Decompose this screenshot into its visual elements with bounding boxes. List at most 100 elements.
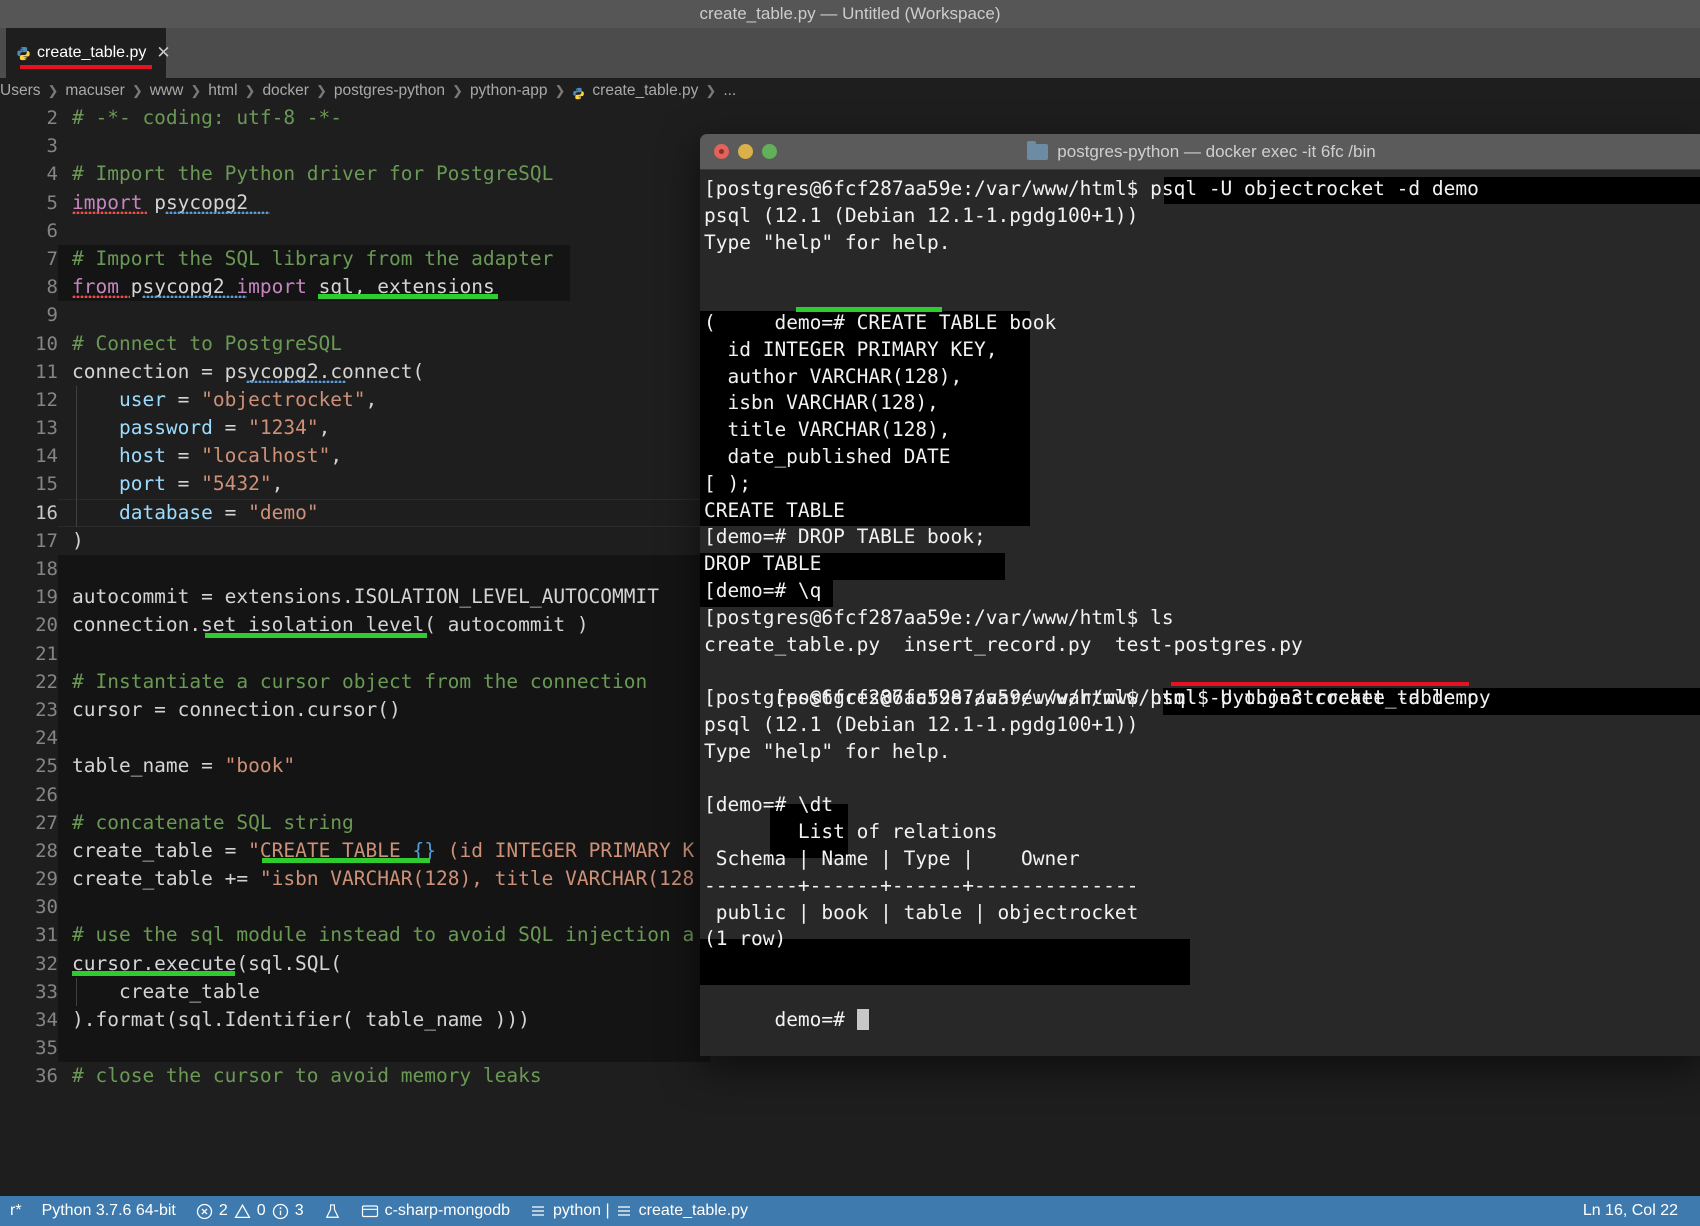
line-number: 21 [35, 642, 58, 665]
line-number: 7 [46, 247, 58, 270]
line-number: 22 [35, 670, 58, 693]
env-indicator[interactable]: python | create_table.py [520, 1202, 758, 1220]
remote-indicator[interactable]: r* [0, 1202, 32, 1220]
terminal-line: Type "help" for help. [704, 230, 1700, 257]
green-underline-annotation [318, 294, 498, 300]
breadcrumb-item-4[interactable]: docker [262, 82, 309, 100]
terminal-line-text: ( [704, 310, 716, 334]
line-number: 8 [46, 276, 58, 299]
line-text: # Instantiate a cursor object from the c… [72, 669, 648, 693]
terminal-line: [demo=# DROP TABLE book; [704, 524, 1700, 551]
line-number: 3 [46, 135, 58, 158]
terminal-prompt-text: demo=# [774, 1007, 857, 1031]
line-text: # Import the Python driver for PostgreSQ… [72, 162, 554, 186]
line-number: 36 [35, 1065, 58, 1088]
editor-tab-label: create_table.py [37, 44, 147, 61]
line-number: 5 [46, 191, 58, 214]
close-icon[interactable]: ✕ [156, 43, 170, 63]
chevron-right-icon: ❯ [190, 83, 202, 98]
terminal-line-text: isbn VARCHAR(128), [704, 391, 939, 415]
green-underline-annotation [262, 858, 430, 864]
terminal-title-group: postgres-python — docker exec -it 6fc /b… [700, 140, 1700, 162]
line-text: user = "objectrocket", [118, 387, 378, 411]
cursor-position[interactable]: Ln 16, Col 22 [1583, 1202, 1678, 1220]
maximize-button[interactable] [762, 144, 777, 159]
list-icon [617, 1206, 630, 1216]
terminal-line: demo=# CREATE TABLE book [704, 283, 1700, 334]
terminal-body[interactable]: [postgres@6fcf287aa59e:/var/www/html$ ps… [700, 170, 1700, 1056]
terminal-line: title VARCHAR(128), [704, 417, 1700, 444]
terminal-line-text: title VARCHAR(128), [704, 418, 951, 442]
folder-icon [1027, 140, 1049, 160]
line-number: 19 [35, 586, 58, 609]
line-number: 9 [46, 304, 58, 327]
green-underline-annotation [72, 970, 235, 976]
terminal-line: [demo=# \dt [704, 792, 1700, 819]
source-control-label: c-sharp-mongodb [384, 1202, 510, 1219]
line-text: create_table [72, 979, 260, 1003]
highlight-block [58, 724, 710, 753]
error-circle-icon [196, 1203, 213, 1219]
source-control-indicator[interactable]: c-sharp-mongodb [351, 1202, 520, 1220]
line-text: # close the cursor to avoid memory leaks [72, 1064, 542, 1088]
list-icon [532, 1206, 544, 1216]
status-bar: r* Python 3.7.6 64-bit 2 0 3 c-sharp-mon… [0, 1196, 1700, 1226]
breadcrumb-item-5[interactable]: postgres-python [334, 82, 445, 100]
line-text: # Import the SQL library from the adapte… [72, 246, 554, 270]
highlight-block [58, 780, 710, 809]
source-control-icon [361, 1205, 378, 1218]
editor-tab-create-table-py[interactable]: create_table.py ✕ [6, 28, 171, 78]
terminal-line: --------+------+------+-------------- [704, 873, 1700, 900]
line-number: 12 [35, 388, 58, 411]
terminal-line-text: [demo=# DROP TABLE book; [704, 525, 986, 549]
line-number: 29 [35, 868, 58, 891]
error-count: 2 [218, 1202, 228, 1219]
test-status[interactable] [314, 1203, 351, 1220]
terminal-line-text: date_published DATE [704, 444, 951, 468]
line-number: 20 [35, 614, 58, 637]
breadcrumb-item-2[interactable]: www [150, 82, 184, 100]
terminal-window[interactable]: postgres-python — docker exec -it 6fc /b… [700, 134, 1700, 1056]
status-bar-right: Ln 16, Col 22 [1583, 1202, 1678, 1220]
breadcrumb-item-7[interactable]: create_table.py [592, 82, 698, 100]
terminal-line-text: id INTEGER PRIMARY KEY, [704, 337, 998, 361]
highlight-block [58, 639, 710, 668]
breadcrumb-item-0[interactable]: Users [0, 82, 40, 100]
terminal-line-text: List of relations [704, 820, 998, 844]
terminal-line-text: [demo=# \q [704, 578, 822, 602]
terminal-line: Schema | Name | Type | Owner [704, 846, 1700, 873]
breadcrumb-item-3[interactable]: html [208, 82, 237, 100]
line-number: 26 [35, 783, 58, 806]
terminal-titlebar[interactable]: postgres-python — docker exec -it 6fc /b… [700, 134, 1700, 170]
close-button[interactable] [714, 144, 729, 159]
breadcrumb-item-8[interactable]: ... [723, 82, 736, 100]
chevron-right-icon: ❯ [244, 83, 256, 98]
warning-triangle-icon [234, 1203, 251, 1218]
interpreter-selector[interactable]: Python 3.7.6 64-bit [32, 1202, 186, 1220]
breadcrumb-item-1[interactable]: macuser [65, 82, 124, 100]
line-number: 28 [35, 839, 58, 862]
line-text: password = "1234", [118, 416, 331, 440]
code-line: 36 # close the cursor to avoid memory le… [0, 1062, 1700, 1090]
info-squiggle [246, 378, 346, 383]
terminal-line-text: public | book | table | objectrocket [704, 900, 1139, 924]
python-file-icon [17, 46, 30, 60]
terminal-line-text: create_table.py insert_record.py test-po… [704, 632, 1303, 656]
line-text: # Connect to PostgreSQL [72, 331, 343, 355]
line-text: create_table += "isbn VARCHAR(128), titl… [72, 867, 695, 891]
green-underline-annotation [205, 632, 427, 638]
terminal-line-text: CREATE TABLE [704, 498, 845, 522]
line-number: 24 [35, 727, 58, 750]
line-text: # -*- coding: utf-8 -*- [72, 106, 343, 129]
terminal-line-text: [postgres@6fcf287aa59e:/var/www/html$ ls [704, 605, 1174, 629]
window-title: create_table.py — Untitled (Workspace) [699, 4, 1001, 23]
line-text: ).format(sql.Identifier( table_name ))) [72, 1008, 530, 1031]
problems-indicator[interactable]: 2 0 3 [186, 1202, 314, 1220]
line-number: 16 [35, 501, 58, 524]
minimize-button[interactable] [738, 144, 753, 159]
info-squiggle [165, 209, 270, 214]
line-text: ) [72, 528, 84, 552]
terminal-line: create_table.py insert_record.py test-po… [704, 632, 1700, 659]
terminal-line: [postgres@6fcf287aa59e:/var/www/html$ py… [704, 658, 1700, 709]
breadcrumb-item-6[interactable]: python-app [470, 82, 548, 100]
